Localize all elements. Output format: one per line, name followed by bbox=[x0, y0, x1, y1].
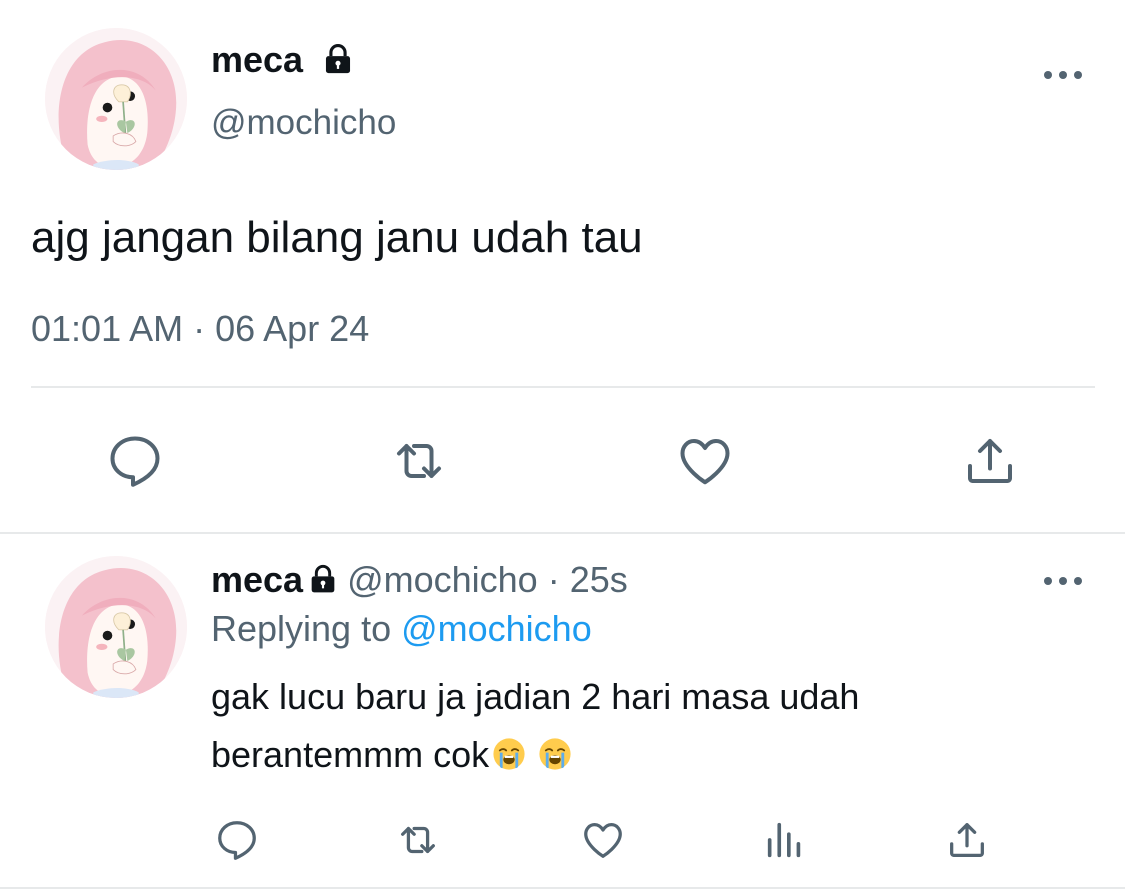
reply-author-handle[interactable]: @mochicho bbox=[347, 559, 538, 600]
replying-to: Replying to @mochicho bbox=[211, 607, 592, 651]
loudly-crying-face-emoji bbox=[538, 737, 572, 771]
avatar[interactable] bbox=[45, 556, 187, 698]
reply-age[interactable]: 25s bbox=[570, 559, 628, 600]
section-divider bbox=[0, 532, 1125, 534]
share-icon[interactable] bbox=[944, 817, 990, 863]
avatar[interactable] bbox=[45, 28, 187, 170]
reply-icon[interactable] bbox=[105, 431, 165, 491]
share-icon[interactable] bbox=[960, 431, 1020, 491]
reply-text: gak lucu baru ja jadian 2 hari masa udah… bbox=[211, 676, 860, 775]
reply-header: meca @mochicho · 25s bbox=[211, 558, 628, 602]
retweet-icon[interactable] bbox=[395, 817, 441, 863]
meta-separator: · bbox=[537, 559, 570, 600]
bottom-divider bbox=[0, 887, 1125, 889]
replying-mention[interactable]: @mochicho bbox=[401, 608, 592, 649]
divider bbox=[31, 386, 1095, 388]
lock-icon bbox=[307, 561, 339, 593]
more-icon[interactable] bbox=[1043, 68, 1083, 80]
analytics-icon[interactable] bbox=[762, 817, 808, 863]
retweet-icon[interactable] bbox=[389, 431, 449, 491]
reply-author-name[interactable]: meca bbox=[211, 559, 303, 600]
more-icon[interactable] bbox=[1043, 574, 1083, 586]
replying-prefix: Replying to bbox=[211, 608, 402, 649]
reply-icon[interactable] bbox=[214, 817, 260, 863]
author-handle[interactable]: @mochicho bbox=[211, 101, 396, 145]
author-name[interactable]: meca bbox=[211, 38, 303, 82]
like-icon[interactable] bbox=[675, 431, 735, 491]
reply-text-block: gak lucu baru ja jadian 2 hari masa udah… bbox=[211, 668, 1071, 784]
loudly-crying-face-emoji bbox=[492, 737, 526, 771]
lock-icon bbox=[321, 42, 355, 76]
tweet-timestamp[interactable]: 01:01 AM · 06 Apr 24 bbox=[31, 307, 369, 351]
tweet-text: ajg jangan bilang janu udah tau bbox=[31, 213, 643, 262]
avatar-illustration bbox=[45, 28, 187, 170]
like-icon[interactable] bbox=[580, 817, 626, 863]
avatar-illustration bbox=[45, 556, 187, 698]
